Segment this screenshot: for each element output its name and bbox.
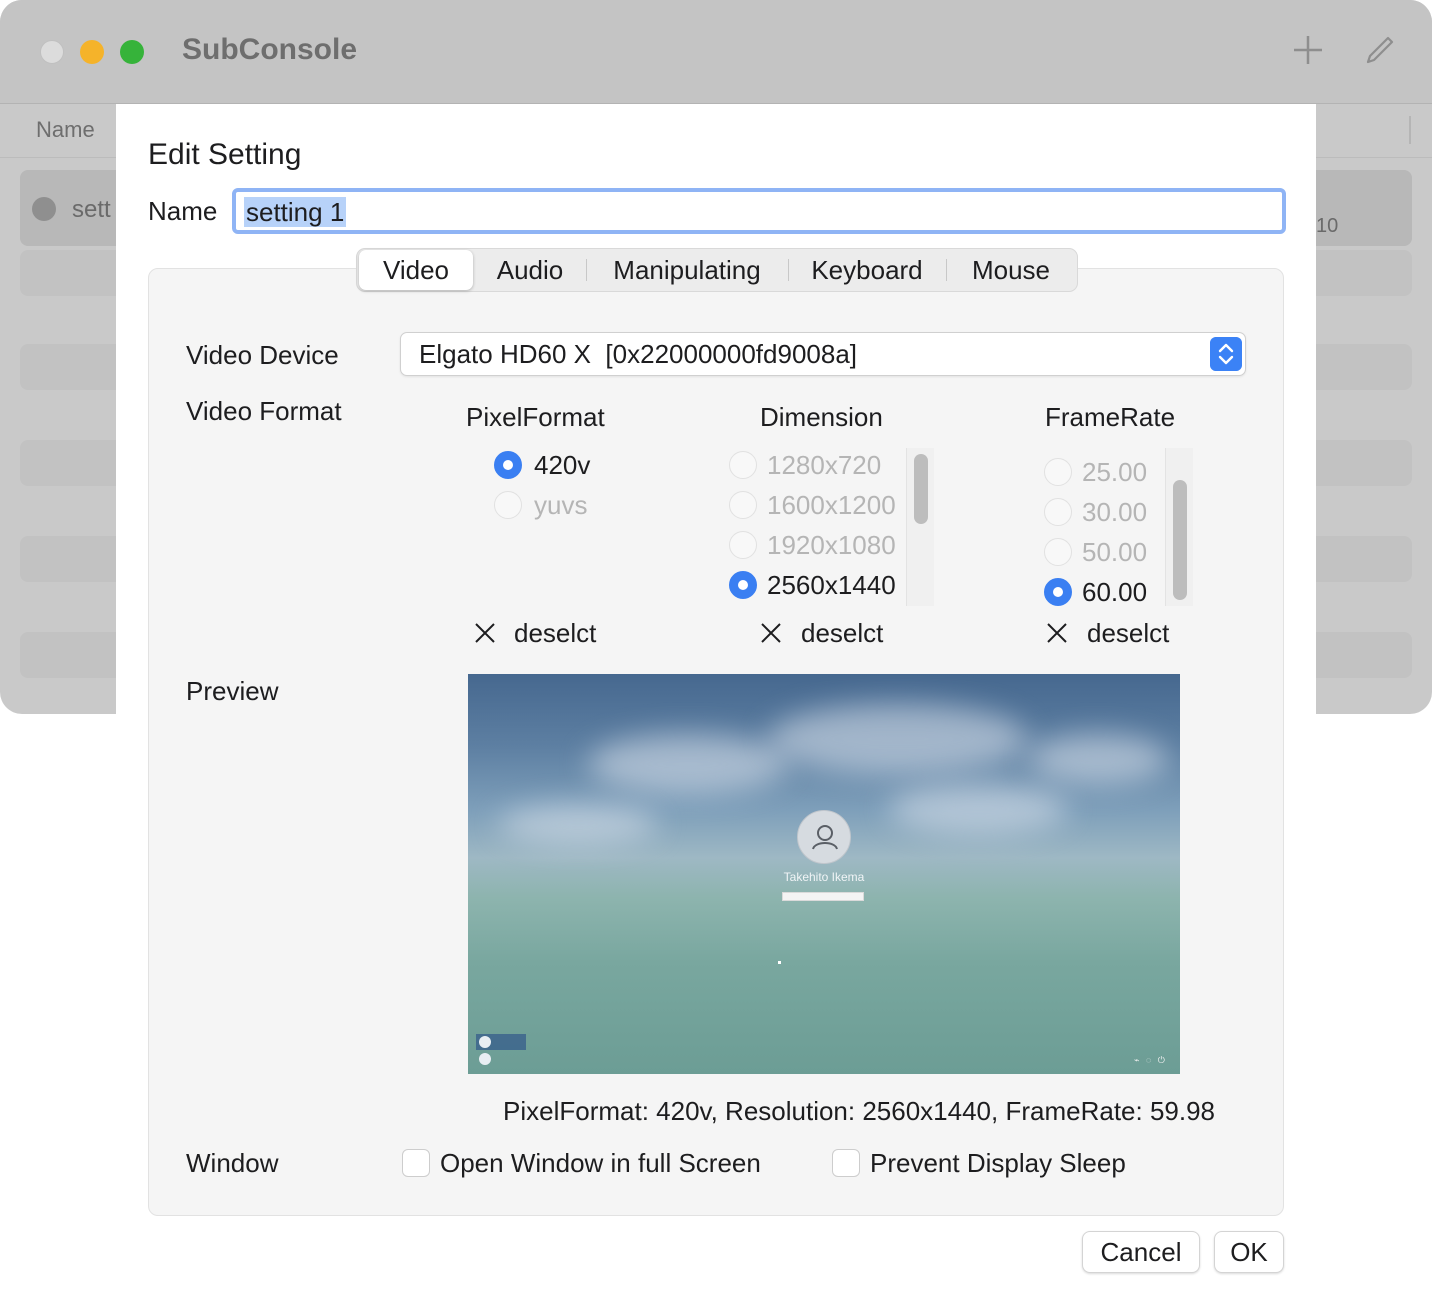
radio-dim-1280x720[interactable]: [729, 451, 757, 479]
app-title: SubConsole: [182, 33, 358, 66]
prevent-sleep-checkbox[interactable]: [832, 1149, 860, 1177]
deselect-frame-rate-button[interactable]: deselct: [1087, 618, 1169, 649]
radio-fps-25[interactable]: [1044, 458, 1072, 486]
fullscreen-checkbox[interactable]: [402, 1149, 430, 1177]
close-window-button[interactable]: [40, 40, 64, 64]
tab-audio[interactable]: Audio: [475, 249, 585, 291]
option-label: 30.00: [1082, 497, 1148, 527]
status-dot: [32, 197, 56, 221]
radio-fps-60[interactable]: [1044, 578, 1072, 606]
ok-button[interactable]: OK: [1214, 1231, 1284, 1273]
user-avatar: [797, 810, 851, 864]
pixel-format-header: PixelFormat: [466, 402, 605, 432]
option-label: 1920x1080: [767, 530, 896, 560]
scrollbar-thumb[interactable]: [1173, 480, 1187, 600]
name-label: Name: [148, 196, 218, 226]
radio-pixel-yuvs[interactable]: [494, 491, 522, 519]
video-device-label: Video Device: [186, 340, 339, 370]
row-count: 10: [1316, 215, 1339, 237]
option-label: 1280x720: [767, 450, 882, 480]
cloud: [768, 704, 1028, 774]
plus-icon[interactable]: [1290, 32, 1326, 68]
name-field-value[interactable]: setting 1: [244, 197, 347, 227]
column-header-name[interactable]: Name: [36, 117, 95, 143]
cloud: [888, 784, 1068, 834]
option-label: 2560x1440: [767, 570, 896, 600]
tab-video[interactable]: Video: [359, 250, 473, 290]
row-label: sett: [72, 196, 111, 223]
window-label: Window: [186, 1148, 279, 1178]
x-icon[interactable]: [473, 621, 497, 645]
x-icon[interactable]: [759, 621, 783, 645]
option-label: yuvs: [534, 490, 588, 520]
deselect-dimension-button[interactable]: deselct: [801, 618, 883, 649]
preview-password-box: [782, 892, 864, 901]
video-device-select[interactable]: Elgato HD60 X [0x22000000fd9008a]: [400, 332, 1246, 376]
preview-user-name: Takehito Ikema: [783, 870, 865, 884]
fullscreen-checkbox-label[interactable]: Open Window in full Screen: [440, 1148, 761, 1179]
radio-dim-1920x1080[interactable]: [729, 531, 757, 559]
scrollbar-thumb[interactable]: [914, 454, 928, 524]
preview-user-chip: [476, 1034, 526, 1050]
video-device-value: Elgato HD60 X [0x22000000fd9008a]: [419, 339, 858, 369]
option-label: 1600x1200: [767, 490, 896, 520]
pencil-icon[interactable]: [1362, 32, 1398, 68]
preview-label: Preview: [186, 676, 279, 706]
tab-manipulating[interactable]: Manipulating: [587, 249, 787, 291]
chevron-updown-icon[interactable]: [1210, 337, 1242, 371]
user-icon: [479, 1036, 491, 1048]
radio-dim-1600x1200[interactable]: [729, 491, 757, 519]
option-label: 420v: [534, 450, 591, 480]
column-divider: [1409, 116, 1411, 144]
frame-rate-scrollbar[interactable]: [1165, 448, 1193, 606]
video-status: PixelFormat: 420v, Resolution: 2560x1440…: [503, 1096, 1216, 1126]
radio-dim-2560x1440[interactable]: [729, 571, 757, 599]
cloud: [1028, 734, 1168, 784]
cloud: [588, 734, 788, 794]
preview-system-icons: ⌁ ◌ ⏻: [1134, 1055, 1167, 1065]
deselect-pixel-format-button[interactable]: deselct: [514, 618, 596, 649]
option-label: 25.00: [1082, 457, 1148, 487]
frame-rate-header: FrameRate: [1045, 402, 1176, 432]
user-icon: [479, 1053, 491, 1065]
tab-mouse[interactable]: Mouse: [947, 249, 1075, 291]
cloud: [498, 804, 658, 844]
minimize-window-button[interactable]: [80, 40, 104, 64]
radio-fps-30[interactable]: [1044, 498, 1072, 526]
x-icon[interactable]: [1045, 621, 1069, 645]
dimension-scrollbar[interactable]: [906, 448, 934, 606]
tab-bar: Video Audio Manipulating Keyboard Mouse: [356, 248, 1078, 292]
option-label: 60.00: [1082, 577, 1148, 607]
option-label: 50.00: [1082, 537, 1148, 567]
tab-keyboard[interactable]: Keyboard: [789, 249, 945, 291]
name-field[interactable]: setting 1: [232, 188, 1286, 234]
person-icon: [812, 825, 838, 850]
video-format-label: Video Format: [186, 396, 342, 426]
radio-pixel-420v[interactable]: [494, 451, 522, 479]
prevent-sleep-checkbox-label[interactable]: Prevent Display Sleep: [870, 1148, 1126, 1179]
sheet-title: Edit Setting: [148, 138, 302, 171]
cancel-button[interactable]: Cancel: [1082, 1231, 1200, 1273]
maximize-window-button[interactable]: [120, 40, 144, 64]
preview-cursor: [778, 961, 781, 964]
dimension-header: Dimension: [760, 402, 883, 432]
preview-user-chip: [476, 1052, 506, 1066]
radio-fps-50[interactable]: [1044, 538, 1072, 566]
